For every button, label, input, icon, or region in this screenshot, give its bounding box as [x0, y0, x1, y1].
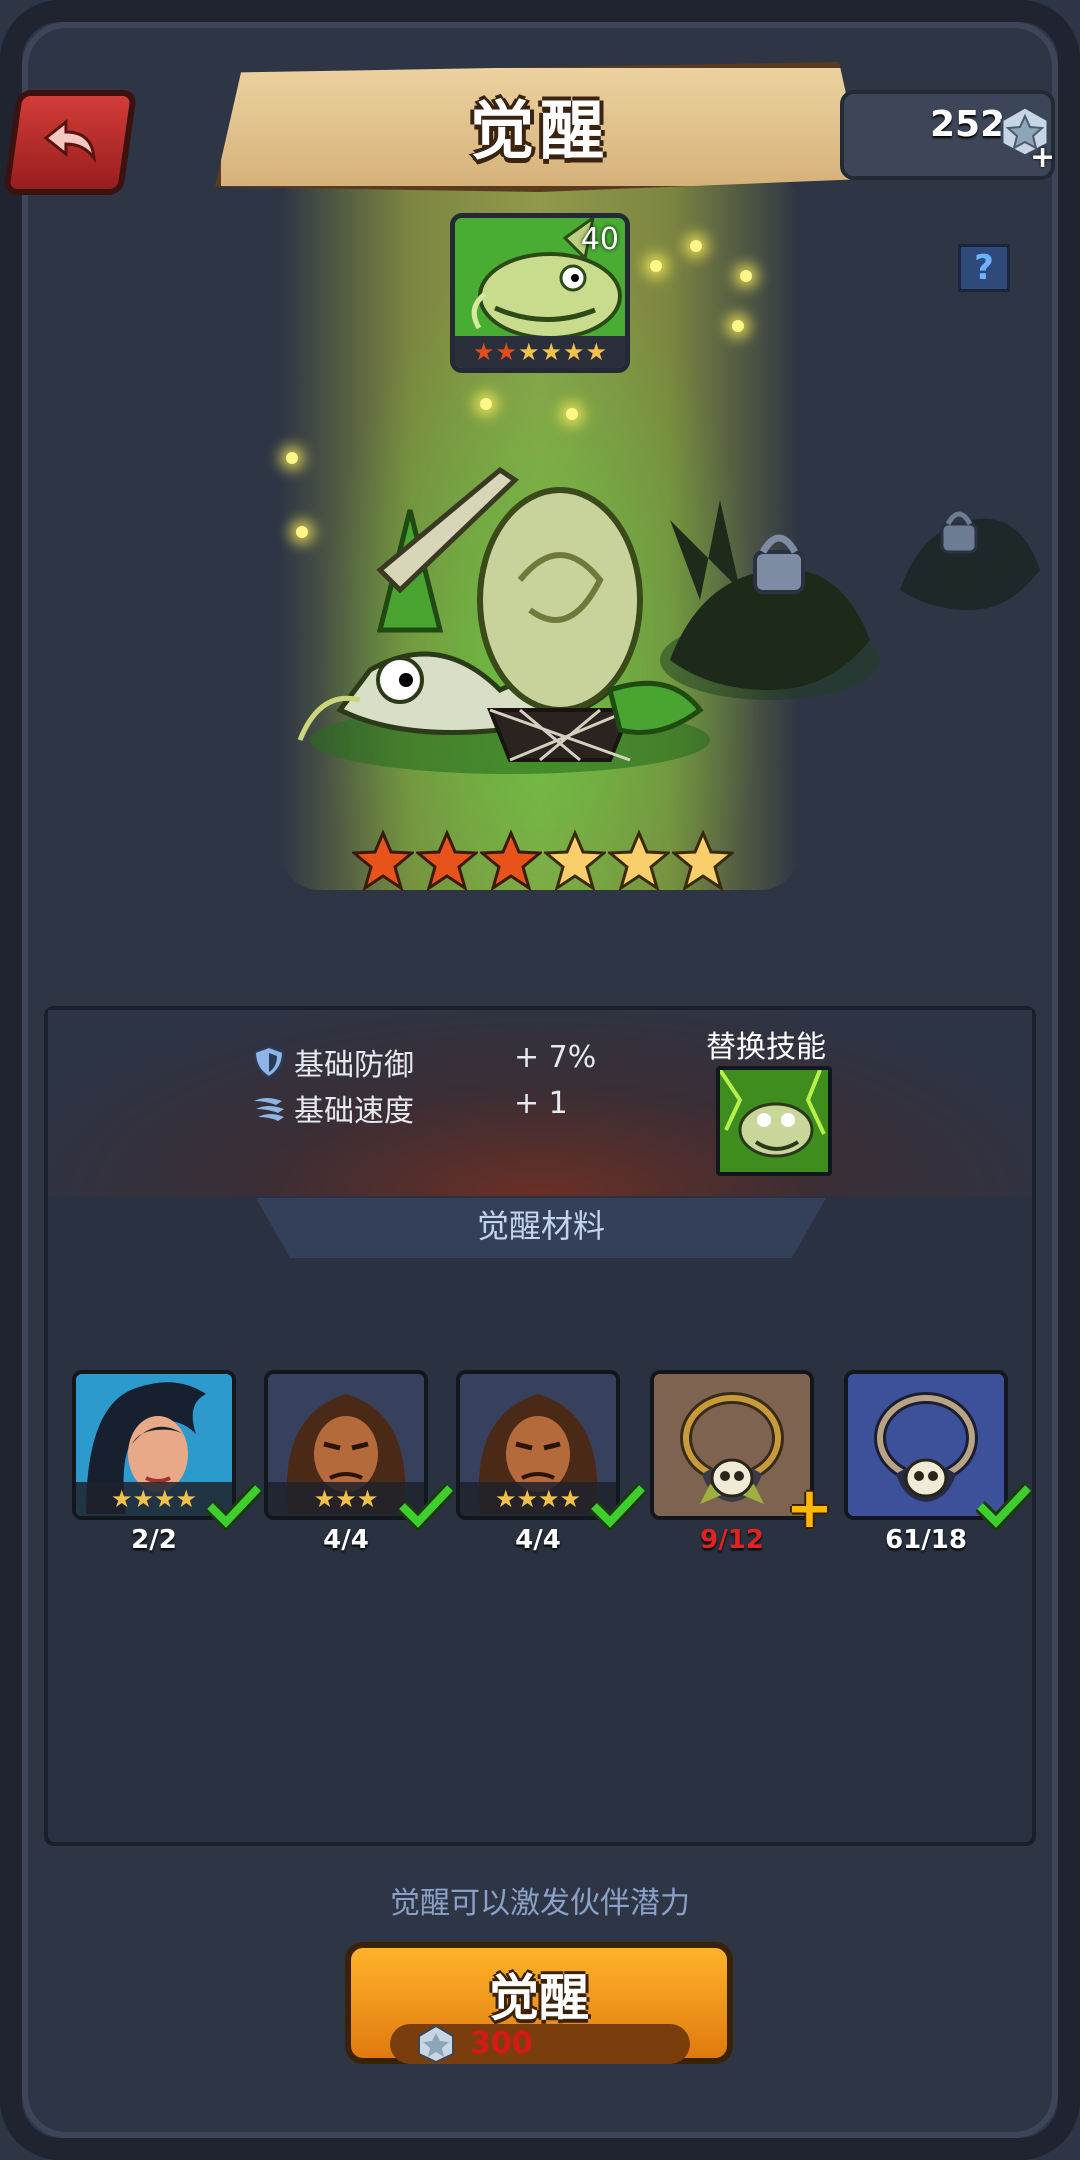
sparkle	[740, 270, 752, 282]
stat-label: 基础防御	[294, 1048, 414, 1083]
star-icon: ★	[495, 338, 517, 366]
awaken-hint: 觉醒可以激发伙伴潜力	[390, 1886, 690, 1921]
material-count: 61/18	[885, 1525, 967, 1555]
star-filled-icon	[480, 830, 542, 892]
star-icon: ★	[540, 338, 563, 366]
hero-portrait: 40 ★ ★ ★ ★ ★ ★	[450, 213, 630, 373]
star-filled-icon	[352, 830, 414, 892]
check-icon	[398, 1483, 454, 1530]
star-gem-icon	[418, 2024, 454, 2064]
sparkle	[480, 398, 492, 410]
hero-level: 40	[580, 222, 619, 257]
check-icon	[976, 1483, 1032, 1530]
star-empty-icon	[608, 830, 670, 892]
stat-row-speed: 基础速度	[252, 1086, 414, 1130]
material-count: 9/12	[700, 1525, 764, 1555]
replace-skill-title: 替换技能	[706, 1030, 826, 1065]
material-count: 2/2	[131, 1525, 177, 1555]
stat-label: 基础速度	[294, 1094, 414, 1129]
sparkle	[650, 260, 662, 272]
sparkle	[566, 408, 578, 420]
awaken-cost: 300	[470, 2026, 533, 2061]
awaken-star-rating	[352, 830, 734, 892]
check-icon	[206, 1483, 262, 1530]
back-arrow-icon	[43, 118, 96, 163]
stat-row-defense: 基础防御	[252, 1040, 414, 1084]
star-icon: ★	[472, 338, 495, 366]
star-icon: ★	[563, 338, 585, 366]
star-filled-icon	[416, 830, 478, 892]
replace-skill-icon[interactable]	[716, 1066, 832, 1176]
back-button[interactable]	[2, 90, 138, 195]
check-icon	[590, 1483, 646, 1530]
stat-value: + 7%	[514, 1040, 597, 1075]
help-button[interactable]: ?	[958, 244, 1010, 292]
material-count: 4/4	[323, 1525, 369, 1555]
locked-form-silhouette	[900, 511, 1040, 610]
awaken-button-label: 觉醒	[489, 1969, 589, 2027]
portrait-stars: ★ ★ ★ ★ ★ ★	[455, 336, 625, 368]
star-icon: ★	[585, 338, 608, 366]
star-empty-icon	[672, 830, 734, 892]
stat-value: + 1	[514, 1086, 568, 1121]
fish-skill-icon	[720, 1070, 828, 1172]
sparkle	[690, 240, 702, 252]
shield-icon	[253, 1045, 285, 1079]
materials-header: 觉醒材料	[256, 1198, 826, 1258]
material-count: 4/4	[515, 1525, 561, 1555]
wing-speed-icon	[254, 1098, 284, 1121]
sparkle	[732, 320, 744, 332]
star-empty-icon	[544, 830, 606, 892]
locked-form-silhouette	[660, 500, 880, 700]
currency-value: 252	[930, 104, 1006, 145]
page-title: 觉醒	[470, 95, 610, 169]
star-icon: ★	[517, 338, 540, 366]
currency-add-icon[interactable]: +	[1030, 140, 1055, 175]
